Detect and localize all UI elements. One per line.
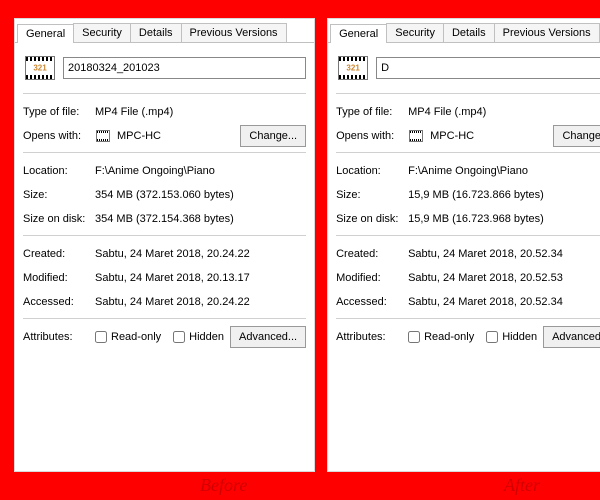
value-size-on-disk: 15,9 MB (16.723.968 bytes) <box>408 213 600 225</box>
value-opens-with: MPC-HC <box>95 128 234 144</box>
checkbox-readonly[interactable]: Read-only <box>408 331 474 343</box>
label-size: Size: <box>336 189 402 201</box>
separator <box>336 235 600 236</box>
label-modified: Modified: <box>336 272 402 284</box>
label-location: Location: <box>23 165 89 177</box>
value-size: 354 MB (372.153.060 bytes) <box>95 189 306 201</box>
file-type-icon: 321 <box>23 53 57 83</box>
separator <box>23 93 306 94</box>
label-size-on-disk: Size on disk: <box>336 213 402 225</box>
tab-general[interactable]: General <box>330 24 387 43</box>
label-created: Created: <box>23 248 89 260</box>
panel-general: 321 Type of file: MP4 File (.mp4) Opens … <box>328 43 600 471</box>
filename-input[interactable] <box>376 57 600 79</box>
tab-strip: General Security Details Previous Versio… <box>15 19 314 43</box>
separator <box>336 318 600 319</box>
value-size: 15,9 MB (16.723.866 bytes) <box>408 189 600 201</box>
advanced-button[interactable]: Advanced... <box>230 326 306 348</box>
label-accessed: Accessed: <box>23 296 89 308</box>
label-accessed: Accessed: <box>336 296 402 308</box>
value-type-of-file: MP4 File (.mp4) <box>408 106 600 118</box>
value-created: Sabtu, 24 Maret 2018, 20.52.34 <box>408 248 600 260</box>
label-modified: Modified: <box>23 272 89 284</box>
label-type-of-file: Type of file: <box>336 106 402 118</box>
label-location: Location: <box>336 165 402 177</box>
checkbox-hidden[interactable]: Hidden <box>173 331 224 343</box>
checkbox-hidden[interactable]: Hidden <box>486 331 537 343</box>
separator <box>336 152 600 153</box>
panel-general: 321 Type of file: MP4 File (.mp4) Opens … <box>15 43 314 471</box>
value-accessed: Sabtu, 24 Maret 2018, 20.24.22 <box>95 296 306 308</box>
change-button[interactable]: Change... <box>553 125 600 147</box>
separator <box>23 235 306 236</box>
value-location: F:\Anime Ongoing\Piano <box>95 165 306 177</box>
advanced-button[interactable]: Advanced... <box>543 326 600 348</box>
checkbox-readonly[interactable]: Read-only <box>95 331 161 343</box>
label-type-of-file: Type of file: <box>23 106 89 118</box>
value-opens-with: MPC-HC <box>408 128 547 144</box>
filename-input[interactable] <box>63 57 306 79</box>
caption-before: Before <box>200 475 247 496</box>
properties-dialog-before: General Security Details Previous Versio… <box>14 18 315 472</box>
label-size: Size: <box>23 189 89 201</box>
tab-previous-versions[interactable]: Previous Versions <box>494 23 600 42</box>
change-button[interactable]: Change... <box>240 125 306 147</box>
separator <box>336 93 600 94</box>
label-opens-with: Opens with: <box>336 130 402 142</box>
tab-security[interactable]: Security <box>386 23 444 42</box>
value-modified: Sabtu, 24 Maret 2018, 20.13.17 <box>95 272 306 284</box>
separator <box>23 152 306 153</box>
label-attributes: Attributes: <box>23 331 89 343</box>
caption-after: After <box>504 475 540 496</box>
tab-previous-versions[interactable]: Previous Versions <box>181 23 287 42</box>
app-name: MPC-HC <box>430 130 474 142</box>
file-type-icon: 321 <box>336 53 370 83</box>
tab-security[interactable]: Security <box>73 23 131 42</box>
label-size-on-disk: Size on disk: <box>23 213 89 225</box>
tab-details[interactable]: Details <box>443 23 495 42</box>
properties-dialog-after: General Security Details Previous Versio… <box>327 18 600 472</box>
value-location: F:\Anime Ongoing\Piano <box>408 165 600 177</box>
separator <box>23 318 306 319</box>
tab-details[interactable]: Details <box>130 23 182 42</box>
app-name: MPC-HC <box>117 130 161 142</box>
value-size-on-disk: 354 MB (372.154.368 bytes) <box>95 213 306 225</box>
app-icon <box>408 128 424 144</box>
tab-general[interactable]: General <box>17 24 74 43</box>
value-modified: Sabtu, 24 Maret 2018, 20.52.53 <box>408 272 600 284</box>
value-created: Sabtu, 24 Maret 2018, 20.24.22 <box>95 248 306 260</box>
value-type-of-file: MP4 File (.mp4) <box>95 106 306 118</box>
value-accessed: Sabtu, 24 Maret 2018, 20.52.34 <box>408 296 600 308</box>
label-attributes: Attributes: <box>336 331 402 343</box>
label-created: Created: <box>336 248 402 260</box>
app-icon <box>95 128 111 144</box>
tab-strip: General Security Details Previous Versio… <box>328 19 600 43</box>
label-opens-with: Opens with: <box>23 130 89 142</box>
